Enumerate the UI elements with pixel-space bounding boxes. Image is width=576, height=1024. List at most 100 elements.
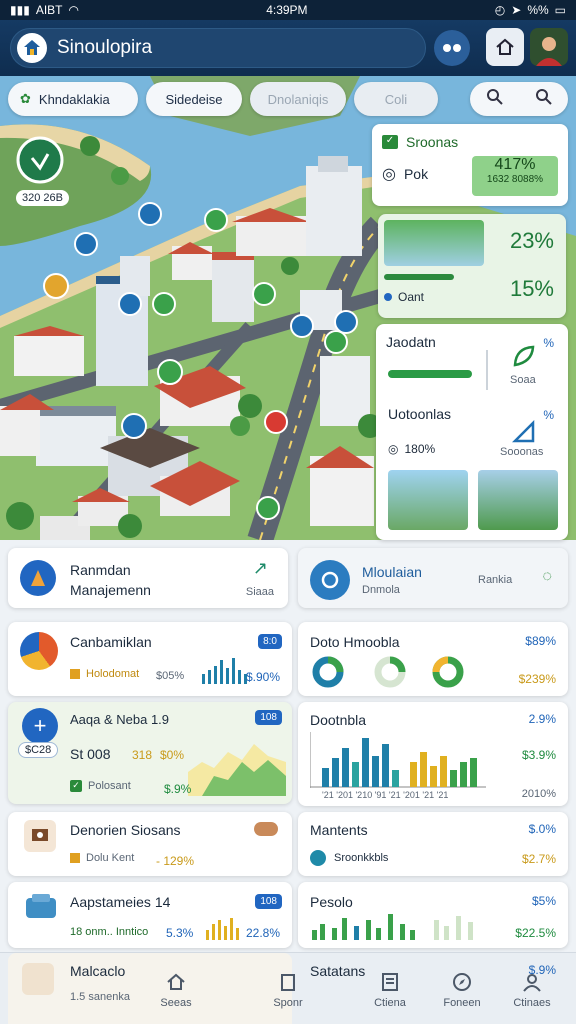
stats-panel: ✓ Sroonas ◎ Pok 417% 1632 8088% Oant 23%… (372, 124, 568, 540)
card-area-chart[interactable]: + Aaqa & Neba 1.9 108 $C28 St 008 318 $0… (8, 702, 292, 804)
nav-item-home[interactable]: Seeas (146, 971, 206, 1009)
card-area-row: Polosant (88, 780, 131, 792)
location-dot-icon (310, 850, 326, 866)
search-icon[interactable] (486, 88, 504, 111)
card-sensors[interactable]: Denorien Siosans Dolu Kent - 129% (8, 812, 292, 876)
stats-card-overview[interactable]: ✓ Sroonas ◎ Pok 417% 1632 8088% (372, 124, 568, 206)
target-icon: ◎ (388, 442, 399, 456)
card-data-model-pct2: $239% (518, 672, 556, 686)
card-data-model[interactable]: Doto Hmoobla $89% $239% (298, 622, 568, 696)
card-moments-pct2: $2.7% (521, 852, 556, 866)
user-icon (523, 974, 541, 992)
detail-progress-bar (388, 370, 472, 378)
chat-icon[interactable]: ◌ (542, 568, 552, 586)
trend-progress-bar (384, 274, 454, 280)
stats-card-details[interactable]: Jaodatn % Soaa Uotoonlas % ◎ 180% Sooona… (376, 324, 568, 540)
search-icon-2[interactable] (535, 88, 553, 111)
card-bar-axis: '21 '201 '210 '91 '21 '201 '21 '21 (322, 790, 449, 800)
mini-bar-chart (202, 658, 247, 684)
filter-chip-4[interactable]: Coli (354, 82, 438, 116)
card-analytics-badge: 8:0 (258, 634, 282, 649)
pie-icon (20, 632, 58, 670)
card-sensors-title: Denorien Siosans (70, 822, 181, 838)
detail-title-2: Uotoonlas (388, 406, 452, 422)
monitor-action[interactable]: Rankia (478, 574, 512, 586)
home-icon (496, 38, 514, 55)
card-pesolo-pct2: $22.5% (515, 926, 556, 940)
alarm-icon: ◴ (494, 3, 506, 17)
avatar[interactable] (530, 28, 568, 66)
clock: 4:39PM (266, 3, 308, 17)
card-malcaclo-title: Malcaclo (70, 963, 126, 979)
filter-chip-2[interactable]: Sidedeise (146, 82, 242, 116)
search-controls (470, 82, 568, 116)
carrier-label: AIBT (35, 3, 63, 17)
map-badge: 320 26B (16, 190, 69, 206)
map-marker-icon (16, 136, 64, 184)
refresh-icon: ◎ (382, 166, 396, 183)
card-bar-chart[interactable]: Dootnbla 2.9% $3.9% 2010% '21 '201 '210 … (298, 702, 568, 806)
card-area-v1: 318 (132, 748, 153, 762)
nav-item-explore[interactable]: Foneen (432, 971, 492, 1009)
add-icon[interactable]: + (22, 708, 58, 744)
bottom-nav: Malcaclo 1.5 sanenka Satatans $.9% Seeas… (0, 952, 576, 1024)
card-pesolo[interactable]: Pesolo $5% $22.5% (298, 882, 568, 948)
filter-chips: ✿ Khndaklakia Sidedeise Dnolaniqis Coli (8, 82, 438, 116)
stats-row-label: Pok (403, 166, 429, 182)
tag-icon: ✿ (20, 91, 31, 106)
view-toggle-button[interactable] (434, 30, 470, 66)
home-button[interactable] (486, 28, 524, 66)
app-title-bar[interactable]: Sinoulopira (10, 28, 426, 68)
trend-arrow-icon: ↗ (252, 558, 268, 578)
management-card[interactable]: Ranmdan Manajemenn ↗ Siaaa (8, 548, 288, 608)
card-bar-pct2: $3.9% (521, 748, 556, 762)
card-apartments[interactable]: Aapstameies 14 108 18 onm.. Inntico 5.3%… (8, 882, 292, 948)
card-analytics-title: Canbamiklan (70, 634, 152, 650)
card-area-title: Aaqa & Neba 1.9 (70, 712, 170, 727)
app-logo-icon (17, 33, 47, 63)
card-area-line: St 008 (70, 746, 111, 762)
trend-value-2: 15% (509, 276, 554, 301)
card-moments-row: Sroonkkbls (334, 852, 389, 864)
card-pesolo-pct1: $5% (531, 894, 556, 908)
stats-card-trend[interactable]: Oant 23% 15% (378, 214, 566, 318)
check-icon: ✓ (70, 780, 82, 792)
nav-item-documents[interactable]: Ctiena (360, 971, 420, 1009)
card-moments[interactable]: Mantents $.0% Sroonkkbls $2.7% (298, 812, 568, 876)
card-apartments-title: Aapstameies 14 (70, 894, 171, 910)
nav-item-reports[interactable]: Sponr (258, 971, 318, 1009)
card-sensors-value: - 129% (156, 854, 195, 868)
card-moments-pct1: $.0% (528, 822, 556, 836)
card-analytics-v2: $.90% (245, 670, 280, 684)
detail-value-2: 180% (404, 442, 436, 456)
device-icon (24, 820, 56, 852)
compass-icon (453, 973, 471, 991)
card-bar-pct1: 2.9% (528, 712, 556, 726)
leaf-icon (512, 344, 536, 373)
photo-thumbnail-1[interactable] (388, 470, 468, 530)
card-area-badge: 108 (255, 710, 282, 725)
check-icon: ✓ (382, 135, 398, 149)
card-area-v3: $.9% (164, 782, 192, 796)
detail-pct-1: % (543, 336, 554, 350)
monitor-card[interactable]: Mloulaian Dnmola Rankia ◌ (298, 548, 568, 608)
card-analytics-row: Holodomat (86, 668, 140, 680)
card-sensors-row: Dolu Kent (86, 852, 135, 864)
stats-small-value: 1632 8088% (486, 174, 544, 185)
card-malcaclo-row: 1.5 sanenka (70, 991, 130, 1003)
document-icon (382, 973, 398, 991)
filter-chip-1[interactable]: ✿ Khndaklakia (8, 82, 138, 116)
skyline-thumbnail (384, 220, 484, 266)
card-analytics[interactable]: Canbamiklan 8:0 Holodomat $05% $.90% (8, 622, 292, 696)
photo-thumbnail-2[interactable] (478, 470, 558, 530)
building-icon (20, 560, 56, 596)
sensors-badge-icon (254, 822, 278, 836)
bar-chart (310, 732, 486, 788)
monitor-line2: Dnmola (362, 584, 400, 596)
card-apartments-v1: 5.3% (166, 926, 194, 940)
nav-item-profile[interactable]: Ctinaes (502, 971, 562, 1009)
stats-big-value: 417% (494, 156, 536, 173)
wifi-icon: ◠ (68, 3, 79, 17)
card-data-model-pct1: $89% (525, 634, 556, 648)
filter-chip-3[interactable]: Dnolaniqis (250, 82, 346, 116)
